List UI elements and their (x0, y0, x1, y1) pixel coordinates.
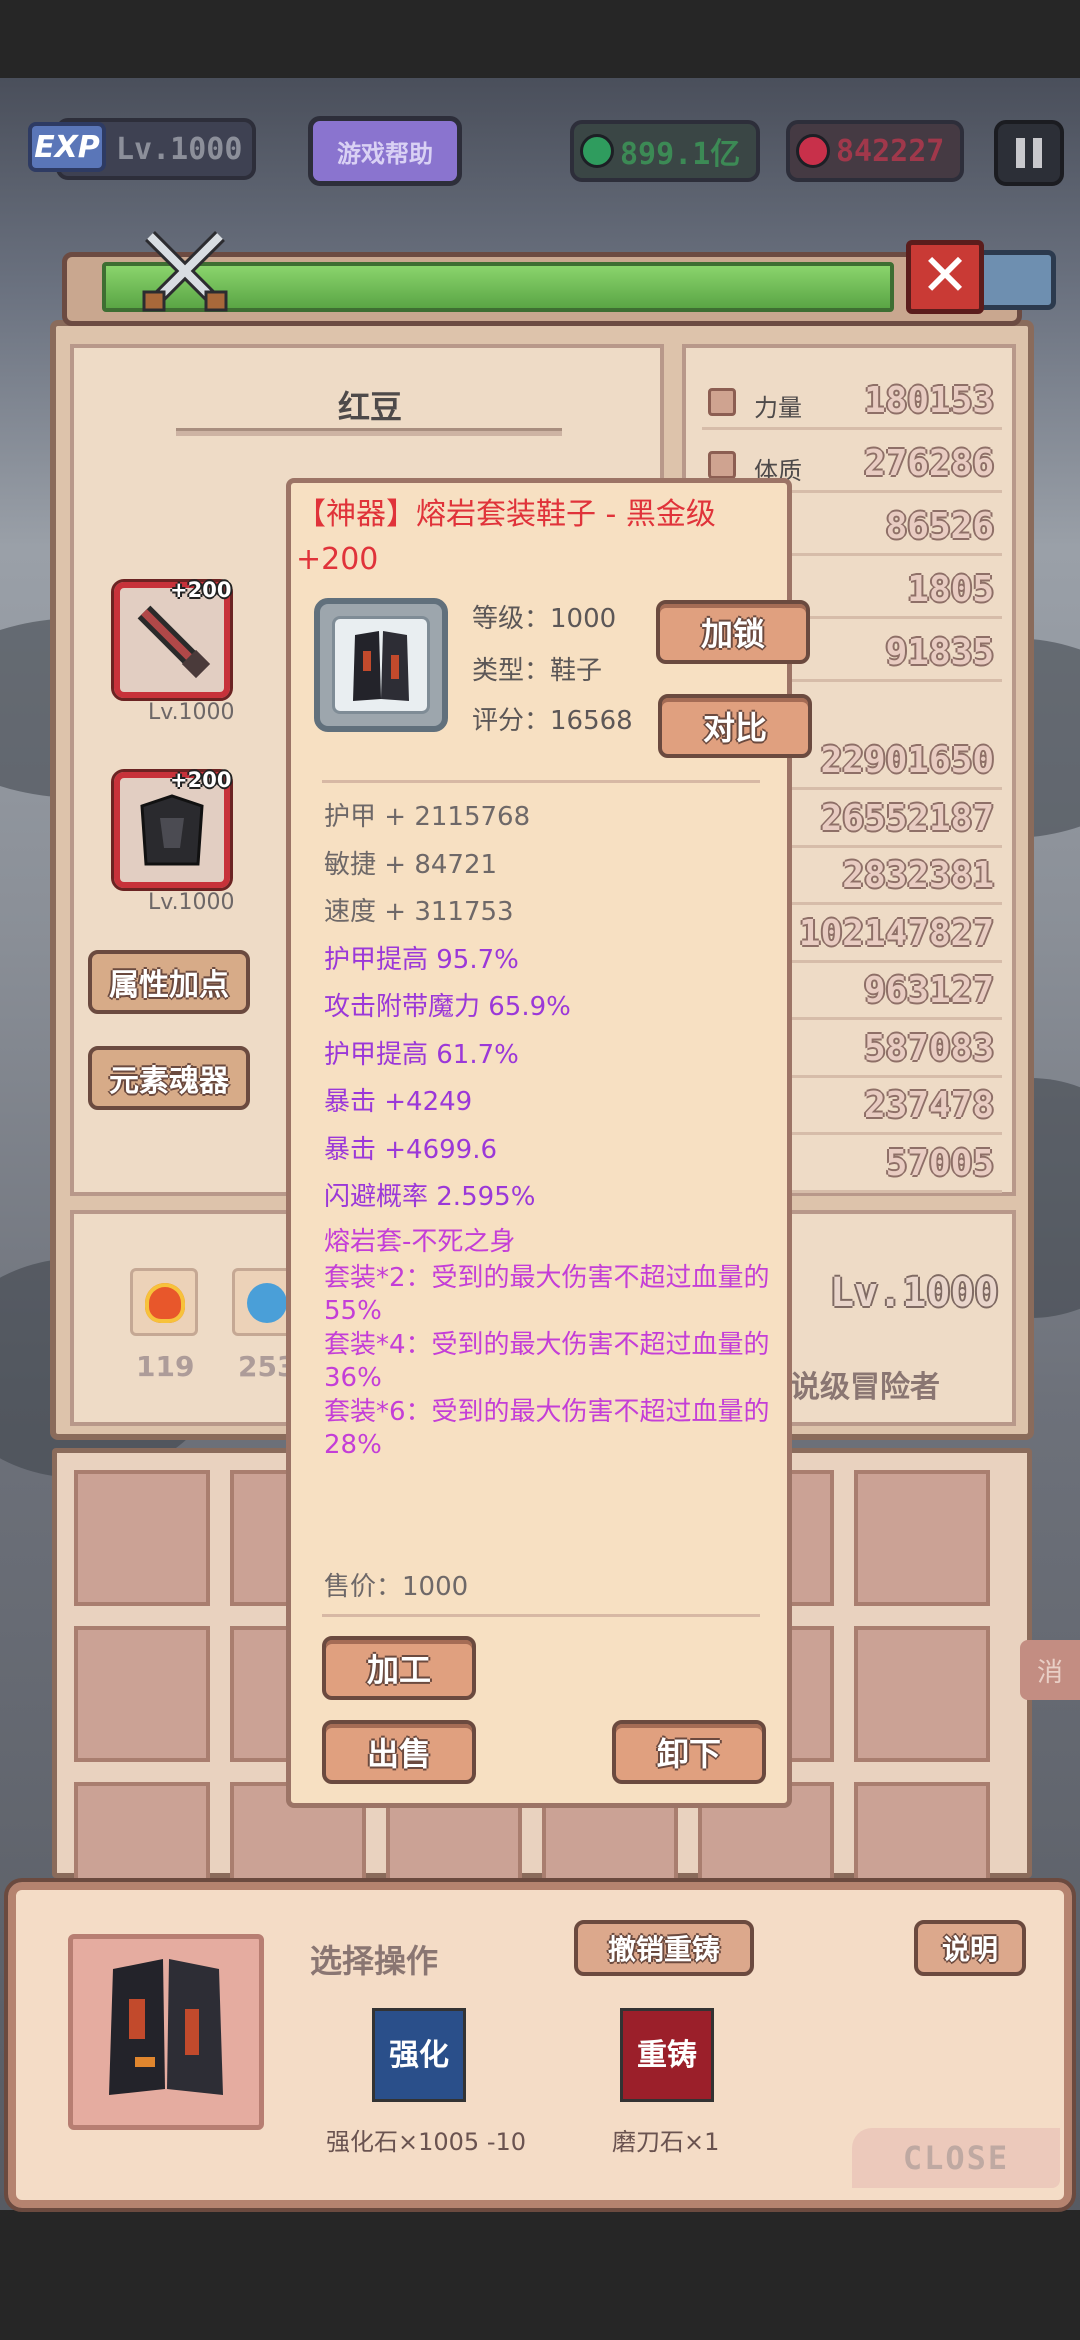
unequip-button[interactable]: 卸下 (612, 1720, 766, 1784)
ruby-amount: 842227 (836, 133, 945, 169)
explain-button[interactable]: 说明 (914, 1920, 1026, 1976)
bonus-attribute: 闪避概率 2.595% (324, 1182, 536, 1212)
close-button[interactable]: CLOSE (852, 2128, 1060, 2188)
set-bonus: 套装*6：受到的最大伤害不超过血量的28% (324, 1396, 770, 1460)
gem-counter[interactable]: 899.1亿 (570, 120, 760, 182)
whetstone-label: 磨刀石×1 (612, 2128, 720, 2156)
fire-element-icon[interactable] (130, 1268, 198, 1336)
stat-value: 86526 (885, 506, 994, 547)
gem-amount: 899.1亿 (620, 137, 741, 172)
emerald-icon (580, 134, 614, 168)
stat-value: 26552187 (820, 797, 994, 839)
stat-value: 102147827 (798, 912, 994, 954)
enhance-stone-icon[interactable]: 强化 (372, 2008, 466, 2102)
game-help-button[interactable]: 游戏帮助 (308, 116, 462, 186)
stat-value: 2832381 (842, 855, 994, 896)
item-type: 类型：鞋子 (472, 656, 603, 686)
profile-level: Lv.1000 (830, 1270, 999, 1316)
stat-icon (708, 388, 736, 416)
selected-item-preview (68, 1934, 264, 2130)
stat-label: 力量 (754, 394, 802, 422)
attribute-points-button[interactable]: 属性加点 (88, 950, 250, 1014)
bonus-attribute: 攻击附带魔力 65.9% (324, 992, 571, 1022)
armor-icon (140, 794, 204, 866)
item-price: 售价：1000 (324, 1572, 469, 1602)
status-bar (0, 0, 1080, 78)
inventory-slot[interactable] (854, 1470, 990, 1606)
lava-boots-icon (109, 1959, 223, 2095)
bonus-attribute: 暴击 +4699.6 (324, 1134, 498, 1165)
inventory-slot[interactable] (74, 1470, 210, 1606)
bonus-attribute: 护甲提高 61.7% (324, 1039, 519, 1070)
weapon-plus: +200 (170, 578, 232, 602)
lava-boots-icon (353, 631, 409, 701)
stat-value: 276286 (863, 443, 994, 484)
stat-icon (708, 451, 736, 479)
bonus-attribute: 护甲提高 95.7% (324, 944, 519, 975)
item-score: 评分：16568 (472, 706, 633, 736)
nav-bar (0, 2210, 1080, 2340)
inventory-slot[interactable] (854, 1626, 990, 1762)
set-bonus: 套装*4：受到的最大伤害不超过血量的36% (324, 1329, 770, 1393)
bonus-attribute: 暴击 +4249 (324, 1087, 473, 1117)
base-attribute: 敏捷 + 84721 (324, 849, 498, 880)
item-title: 【神器】熔岩套装鞋子 - 黑金级 +200 (296, 497, 716, 577)
ruby-counter[interactable]: 842227 (786, 120, 964, 182)
weapon-level: Lv.1000 (148, 700, 235, 725)
craft-button[interactable]: 加工 (322, 1636, 476, 1700)
stat-value: 237478 (863, 1085, 994, 1126)
ruby-icon (796, 134, 830, 168)
whetstone-icon[interactable]: 重铸 (620, 2008, 714, 2102)
popup-divider-top (322, 780, 760, 783)
sell-button[interactable]: 出售 (322, 1720, 476, 1784)
pause-icon (1016, 138, 1025, 168)
close-panel-button[interactable]: ✕ (906, 240, 984, 314)
undo-reforge-button[interactable]: 撤销重铸 (574, 1920, 754, 1976)
stat-value: 22901650 (820, 740, 994, 781)
stat-value: 1805 (907, 569, 994, 610)
stat-value: 963127 (863, 970, 994, 1011)
base-attribute: 速度 + 311753 (324, 897, 514, 927)
select-operation-label: 选择操作 (310, 1942, 439, 1980)
sword-icon (137, 605, 211, 679)
cancel-tab[interactable]: 消 (1020, 1640, 1080, 1700)
exp-badge: EXP (28, 122, 106, 172)
set-name: 熔岩套-不死之身 (324, 1226, 516, 1257)
compare-button[interactable]: 对比 (658, 694, 812, 758)
name-divider (176, 428, 562, 436)
item-level: 等级：1000 (472, 604, 617, 634)
base-attribute: 护甲 + 2115768 (324, 802, 531, 832)
profile-rank: 说级冒险者 (790, 1370, 940, 1405)
stat-value: 180153 (863, 380, 994, 421)
stat-value: 57005 (885, 1142, 994, 1184)
primary-stat-row: 力量 180153 (702, 376, 1002, 430)
character-name: 红豆 (337, 388, 402, 426)
fire-element-count: 119 (136, 1350, 195, 1383)
popup-divider-bottom (322, 1614, 760, 1617)
stat-value: 91835 (885, 632, 994, 673)
item-icon-frame (314, 598, 448, 732)
inventory-slot[interactable] (74, 1626, 210, 1762)
element-soul-button[interactable]: 元素魂器 (88, 1046, 250, 1110)
enhance-stone-label: 强化石×1005 -10 (326, 2128, 527, 2156)
set-bonus: 套装*2：受到的最大伤害不超过血量的55% (324, 1262, 770, 1326)
panel-side-tab (976, 250, 1056, 310)
crossed-swords-icon (142, 231, 228, 312)
lock-button[interactable]: 加锁 (656, 600, 810, 664)
armor-plus: +200 (170, 768, 232, 792)
pause-button[interactable] (994, 120, 1064, 186)
stat-value: 587083 (863, 1027, 994, 1069)
armor-level: Lv.1000 (148, 890, 235, 915)
